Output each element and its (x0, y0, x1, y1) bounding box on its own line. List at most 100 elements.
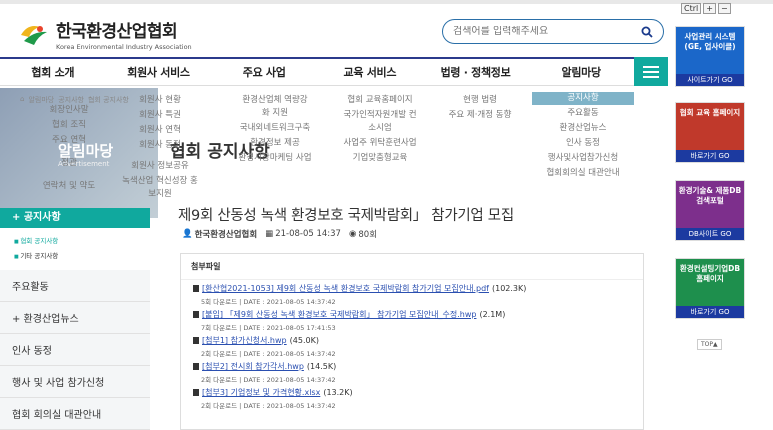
quicklink-go-button[interactable]: 바로가기 GO (676, 150, 744, 162)
quicklink-title: 사업관리 시스템 (GE, 업사이클) (676, 27, 744, 74)
top-strip (0, 0, 773, 4)
nav-item-business[interactable]: 주요 사업 (211, 59, 317, 85)
mega-item[interactable]: 주요활동 (532, 107, 634, 120)
file-icon (193, 363, 199, 370)
sidebar-submenu: 협회 공지사항 기타 공지사항 (0, 228, 150, 270)
attachment-link[interactable]: [첨부2] 전시회 참가각서.hwp (202, 361, 304, 372)
mega-item[interactable]: 인사 동정 (532, 137, 634, 150)
main-nav: 협회 소개 회원사 서비스 주요 사업 교육 서비스 법령 · 정책정보 알림마… (0, 57, 668, 86)
sidebar-item-news[interactable]: + 환경산업뉴스 (0, 302, 150, 334)
sidebar-item-activities[interactable]: 주요활동 (0, 270, 150, 302)
nav-item-law-policy[interactable]: 법령 · 정책정보 (423, 59, 529, 85)
mega-col-business: 환경산업체 역량강화 지원 국내외네트워크구축 환경정보 제공 환경시장마케팅 … (230, 94, 320, 167)
mega-item[interactable]: 녹색산업 혁신성장 홍보지원 (120, 175, 200, 201)
mega-item[interactable]: 회원사 연혁 (110, 124, 210, 137)
mega-item[interactable]: 국내외네트워크구축 (230, 122, 320, 135)
mega-item[interactable]: 회원사 특권 (110, 109, 210, 122)
mega-item[interactable]: 협회 교육홈페이지 (330, 94, 430, 107)
author-icon: 👤 (182, 229, 193, 239)
sidebar: + 공지사항 협회 공지사항 기타 공지사항 주요활동 + 환경산업뉴스 인사 … (0, 208, 150, 430)
article-title: 제9회 산동성 녹색 환경보호 국제박람회」 참가기업 모집 (178, 208, 514, 224)
nav-item-notice[interactable]: 알림마당 (528, 59, 634, 85)
attachment-meta: 2회 다운로드 | DATE : 2021-08-05 14:37:42 (201, 376, 336, 384)
quicklink-title: 환경컨설팅기업DB 홈페이지 (676, 259, 744, 306)
mega-menu: 회장인사말 협회 조직 주요 연혁 정관 연락처 및 약도 회원사 현황 회원사… (0, 88, 668, 218)
logo-subtitle: Korea Environmental Industry Association (56, 43, 192, 51)
quicklink-go-button[interactable]: DB사이트 GO (676, 228, 744, 240)
mega-item[interactable]: 현행 법령 (430, 94, 530, 107)
zoom-ctrl-label: Ctrl (681, 3, 702, 14)
file-icon (193, 337, 199, 344)
site-logo[interactable]: 한국환경산업협회 Korea Environmental Industry As… (18, 17, 192, 51)
quicklink-tech-db[interactable]: 환경기술& 제품DB검색포털 DB사이트 GO (675, 180, 745, 241)
attachment-size: (14.5K) (306, 362, 337, 371)
attachment-size: (45.0K) (289, 336, 319, 345)
attachment-size: (2.1M) (479, 310, 506, 319)
search-box (442, 19, 664, 44)
quicklink-title: 협회 교육 홈페이지 (676, 103, 744, 150)
mega-item[interactable]: 협회회의실 대관안내 (532, 167, 634, 180)
zoom-out-button[interactable]: − (717, 3, 731, 14)
mega-item[interactable]: 행사및사업참가신청 (532, 152, 634, 165)
quicklink-consulting-db[interactable]: 환경컨설팅기업DB 홈페이지 바로가기 GO (675, 258, 745, 319)
attachment-item: [첨부1] 참가신청서.hwp (45.0K) 2회 다운로드 | DATE : … (181, 335, 643, 358)
eye-icon: ◉ (348, 229, 357, 239)
attachment-meta: 2회 다운로드 | DATE : 2021-08-05 14:37:42 (201, 402, 336, 410)
mega-item[interactable]: 사업주 위탁훈련사업 (330, 137, 430, 150)
sidebar-subitem-association-notice[interactable]: 협회 공지사항 (14, 234, 150, 249)
mega-item[interactable]: 국가인적자원개발 컨소시엄 (340, 109, 420, 135)
sidebar-item-events[interactable]: 행사 및 사업 참가신청 (0, 366, 150, 398)
attachment-meta: 2회 다운로드 | DATE : 2021-08-05 14:37:42 (201, 350, 336, 358)
zoom-controls: Ctrl + − (681, 3, 731, 14)
mega-item[interactable]: 환경정보 제공 (230, 137, 320, 150)
sidebar-item-personnel[interactable]: 인사 동정 (0, 334, 150, 366)
scroll-top-button[interactable]: TOP▲ (697, 339, 722, 350)
nav-item-member-service[interactable]: 회원사 서비스 (106, 59, 212, 85)
zoom-in-button[interactable]: + (703, 3, 716, 14)
attachment-item: [첨부2] 전시회 참가각서.hwp (14.5K) 2회 다운로드 | DATE… (181, 361, 643, 384)
sidebar-subitem-other-notice[interactable]: 기타 공지사항 (14, 249, 150, 264)
mega-col-education: 협회 교육홈페이지 국가인적자원개발 컨소시엄 사업주 위탁훈련사업 기업맞춤형… (330, 94, 430, 167)
quicklink-go-button[interactable]: 사이트가기 GO (676, 74, 744, 86)
sidebar-item-notice[interactable]: + 공지사항 (0, 208, 150, 228)
article-views: 80회 (358, 230, 378, 240)
nav-item-education[interactable]: 교육 서비스 (317, 59, 423, 85)
attachment-link[interactable]: [첨부3] 기업정보 및 가격현황.xlsx (202, 387, 320, 398)
mega-item[interactable]: 환경시장마케팅 사업 (230, 152, 320, 165)
mega-col-notice: 공지사항 주요활동 환경산업뉴스 인사 동정 행사및사업참가신청 협회회의실 대… (532, 92, 634, 182)
search-icon[interactable] (641, 26, 653, 38)
attachment-item: [붙임] 「제9회 산동성 녹색 환경보호 국제박람회」 참가기업 모집안내_수… (181, 309, 643, 332)
quicklink-title: 환경기술& 제품DB검색포털 (676, 181, 744, 228)
attachment-header: 첨부파일 (181, 254, 643, 280)
search-input[interactable] (453, 26, 641, 37)
nav-item-about[interactable]: 협회 소개 (0, 59, 106, 85)
mega-item[interactable]: 회원사 동정 (110, 139, 210, 152)
quicklink-go-button[interactable]: 바로가기 GO (676, 306, 744, 318)
attachment-link[interactable]: [붙임] 「제9회 산동성 녹색 환경보호 국제박람회」 참가기업 모집안내_수… (202, 309, 476, 320)
calendar-icon: ▦ (265, 229, 274, 239)
mega-item[interactable]: 회원사 현황 (110, 94, 210, 107)
attachment-meta: 7회 다운로드 | DATE : 2021-08-05 17:41:53 (201, 324, 336, 332)
logo-title: 한국환경산업협회 (56, 22, 178, 42)
mega-item[interactable]: 기업맞춤형교육 (330, 152, 430, 165)
attachment-meta: 5회 다운로드 | DATE : 2021-08-05 14:37:42 (201, 298, 336, 306)
sidebar-item-room-rental[interactable]: 협회 회의실 대관안내 (0, 398, 150, 430)
quicklink-business-system[interactable]: 사업관리 시스템 (GE, 업사이클) 사이트가기 GO (675, 26, 745, 87)
attachment-link[interactable]: [환산협2021-1053] 제9회 산동성 녹색 환경보호 국제박람회 참가기… (202, 283, 489, 294)
mega-item[interactable]: 주요 제·개정 동향 (430, 109, 530, 122)
mega-item[interactable]: 회원사 정보공유 (110, 160, 210, 173)
quicklink-education-site[interactable]: 협회 교육 홈페이지 바로가기 GO (675, 102, 745, 163)
attachment-size: (13.2K) (323, 388, 353, 397)
mega-item[interactable]: 환경산업뉴스 (532, 122, 634, 135)
mega-col-member: 회원사 현황 회원사 특권 회원사 연혁 회원사 동정 회원사 정보공유 녹색산… (110, 94, 210, 203)
mega-item-active[interactable]: 공지사항 (532, 92, 634, 105)
article-date: 21-08-05 14:37 (275, 229, 341, 239)
attachment-link[interactable]: [첨부1] 참가신청서.hwp (202, 335, 287, 346)
mega-col-law: 현행 법령 주요 제·개정 동향 (430, 94, 530, 124)
mega-item[interactable]: 환경산업체 역량강화 지원 (240, 94, 310, 120)
logo-emblem-icon (18, 21, 50, 47)
file-icon (193, 285, 199, 292)
attachment-item: [첨부3] 기업정보 및 가격현황.xlsx (13.2K) 2회 다운로드 | … (181, 387, 643, 410)
file-icon (193, 311, 199, 318)
menu-icon[interactable] (634, 57, 668, 86)
